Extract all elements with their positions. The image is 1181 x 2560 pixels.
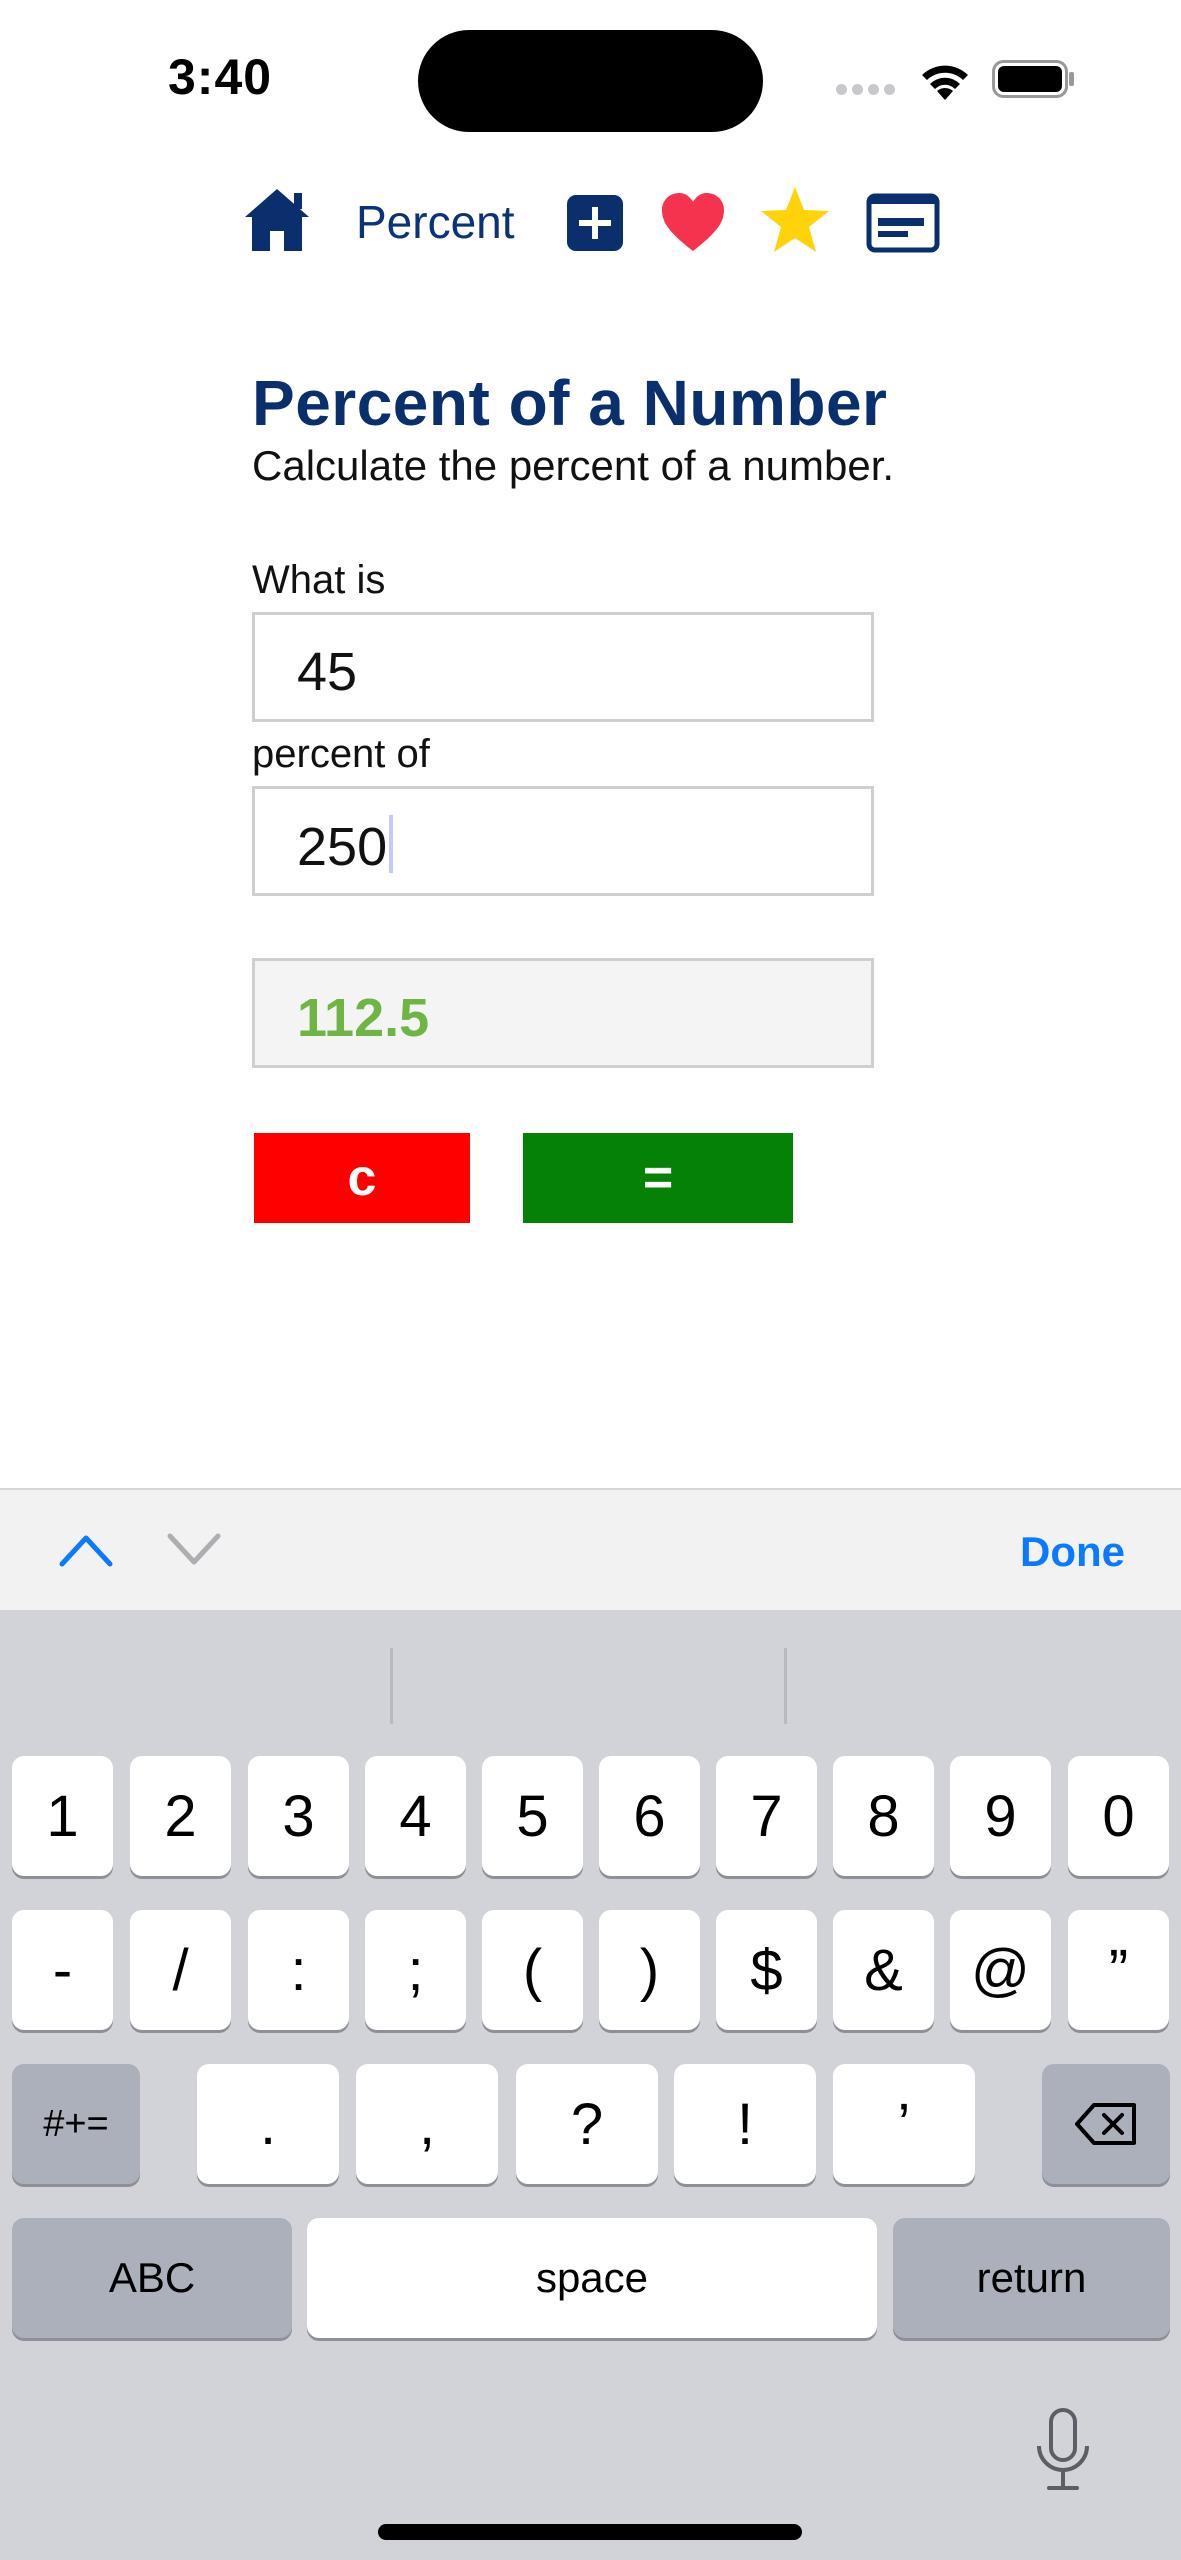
card-icon[interactable] (866, 193, 940, 253)
number-input-value: 250 (297, 815, 394, 878)
symbols-key[interactable]: #+= (12, 2064, 140, 2184)
abc-key[interactable]: ABC (12, 2218, 292, 2338)
text-caret (389, 815, 394, 873)
result-field: 112.5 (252, 958, 874, 1068)
key[interactable]: - (12, 1910, 113, 2030)
home-icon[interactable] (242, 185, 312, 253)
heart-icon[interactable] (660, 191, 726, 253)
chevron-up-icon[interactable] (58, 1526, 114, 1570)
percent-of-label: percent of (252, 732, 430, 776)
key[interactable]: 9 (950, 1756, 1051, 1876)
top-nav: Percent (0, 185, 1181, 265)
key[interactable]: ? (516, 2064, 658, 2184)
home-indicator (378, 2524, 802, 2540)
key[interactable]: ; (365, 1910, 466, 2030)
status-time: 3:40 (168, 49, 273, 105)
suggestion-divider (784, 1648, 787, 1724)
add-icon[interactable] (567, 195, 623, 251)
key[interactable]: 1 (12, 1756, 113, 1876)
chevron-down-icon[interactable] (166, 1526, 222, 1570)
key[interactable]: : (248, 1910, 349, 2030)
number-input[interactable]: 250 (252, 786, 874, 896)
star-icon[interactable] (759, 185, 831, 255)
delete-key[interactable] (1042, 2064, 1170, 2184)
percent-input[interactable]: 45 (252, 612, 874, 722)
result-value: 112.5 (297, 988, 430, 1048)
number-input-text: 250 (297, 817, 388, 877)
key[interactable]: 7 (716, 1756, 817, 1876)
key[interactable]: 4 (365, 1756, 466, 1876)
key[interactable]: 3 (248, 1756, 349, 1876)
wifi-icon (922, 65, 968, 100)
backspace-icon (1075, 2103, 1136, 2145)
key[interactable]: 5 (482, 1756, 583, 1876)
key[interactable]: ( (482, 1910, 583, 2030)
cellular-signal-icon (836, 82, 900, 96)
percent-nav-link[interactable]: Percent (356, 195, 515, 249)
dynamic-island (418, 30, 763, 132)
key[interactable]: @ (950, 1910, 1051, 2030)
done-button[interactable]: Done (1020, 1528, 1125, 1576)
key[interactable]: & (833, 1910, 934, 2030)
key[interactable]: ! (674, 2064, 816, 2184)
suggestion-divider (390, 1648, 393, 1724)
equals-button[interactable]: = (523, 1133, 793, 1223)
key[interactable]: 6 (599, 1756, 700, 1876)
page-subtitle: Calculate the percent of a number. (252, 442, 895, 489)
key[interactable]: / (130, 1910, 231, 2030)
key[interactable]: 8 (833, 1756, 934, 1876)
keyboard-accessory-bar: Done (0, 1488, 1181, 1612)
key[interactable]: $ (716, 1910, 817, 2030)
return-key[interactable]: return (893, 2218, 1170, 2338)
key[interactable]: 0 (1068, 1756, 1169, 1876)
keyboard: 1 2 3 4 5 6 7 8 9 0 - / : ; ( ) $ & @ ” … (0, 1610, 1181, 2560)
page-title: Percent of a Number (252, 367, 888, 439)
percent-input-value: 45 (297, 642, 358, 702)
clear-button[interactable]: c (254, 1133, 470, 1223)
what-is-label: What is (252, 558, 386, 602)
battery-icon (992, 60, 1074, 98)
microphone-icon[interactable] (1033, 2408, 1093, 2492)
key[interactable]: , (356, 2064, 498, 2184)
key[interactable]: 2 (130, 1756, 231, 1876)
key[interactable]: ” (1068, 1910, 1169, 2030)
space-key[interactable]: space (307, 2218, 877, 2338)
key[interactable]: ’ (833, 2064, 975, 2184)
key[interactable]: ) (599, 1910, 700, 2030)
key[interactable]: . (197, 2064, 339, 2184)
